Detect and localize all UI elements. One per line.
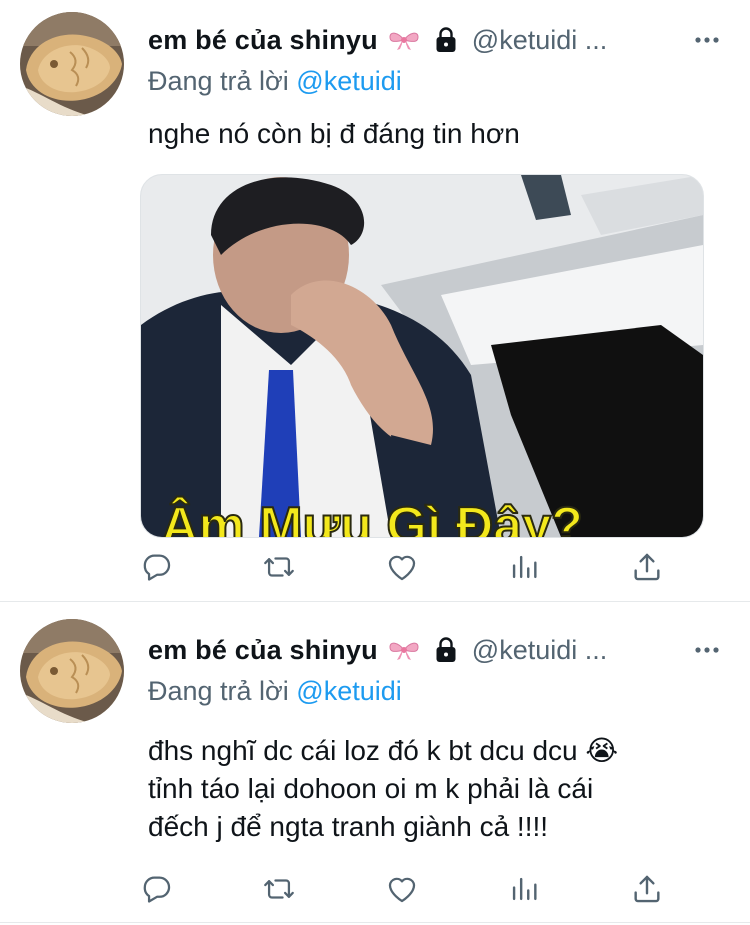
tweet-header: em bé của shinyu @ketuidi ... — [148, 632, 734, 668]
replying-to: Đang trả lời @ketuidi — [148, 66, 402, 97]
media-caption: Âm Mưu Gì Đây? — [161, 496, 583, 537]
user-handle[interactable]: @ketuidi ... — [472, 635, 607, 666]
retweet-button[interactable] — [262, 550, 296, 584]
reply-button[interactable] — [140, 550, 174, 584]
avatar[interactable] — [20, 619, 124, 723]
tweet-image[interactable]: Âm Mưu Gì Đây? — [140, 174, 704, 538]
analytics-icon — [507, 550, 541, 584]
retweet-button[interactable] — [262, 872, 296, 906]
tweet-text: nghe nó còn bị đ đáng tin hơn — [148, 118, 520, 149]
reply-prefix: Đang trả lời — [148, 676, 289, 706]
ribbon-bow-emoji — [388, 29, 420, 51]
reply-mention-link[interactable]: @ketuidi — [296, 66, 401, 96]
reply-icon — [140, 872, 174, 906]
user-handle[interactable]: @ketuidi ... — [472, 25, 607, 56]
tweet-text-line: đhs nghĩ dc cái loz đó k bt dcu dcu 😭 — [148, 735, 619, 766]
display-name[interactable]: em bé của shinyu — [148, 635, 378, 666]
tweet-text: đhs nghĩ dc cái loz đó k bt dcu dcu 😭 tỉ… — [148, 732, 710, 846]
like-button[interactable] — [385, 872, 419, 906]
tweet-divider — [0, 922, 750, 923]
tweet-text-line: đếch j để ngta tranh giành cả !!!! — [148, 811, 549, 842]
tweet-header: em bé của shinyu @ketuidi ... — [148, 22, 734, 58]
tweet-1[interactable]: em bé của shinyu @ketuidi ... Đang trả l… — [0, 0, 750, 600]
ribbon-bow-emoji — [388, 639, 420, 661]
like-button[interactable] — [385, 550, 419, 584]
share-icon — [630, 872, 664, 906]
more-icon[interactable] — [694, 646, 720, 654]
share-button[interactable] — [630, 872, 664, 906]
tweet-2[interactable]: em bé của shinyu @ketuidi ... Đang trả l… — [0, 602, 750, 925]
heart-icon — [385, 550, 419, 584]
reply-button[interactable] — [140, 872, 174, 906]
tweet-actions — [140, 550, 680, 586]
lock-icon — [434, 26, 458, 54]
display-name[interactable]: em bé của shinyu — [148, 25, 378, 56]
share-button[interactable] — [630, 550, 664, 584]
heart-icon — [385, 872, 419, 906]
lock-icon — [434, 636, 458, 664]
reply-prefix: Đang trả lời — [148, 66, 289, 96]
share-icon — [630, 550, 664, 584]
reply-mention-link[interactable]: @ketuidi — [296, 676, 401, 706]
retweet-icon — [262, 550, 296, 584]
avatar[interactable] — [20, 12, 124, 116]
replying-to: Đang trả lời @ketuidi — [148, 676, 402, 707]
tweet-text-line: tỉnh táo lại dohoon oi m k phải là cái — [148, 773, 594, 804]
analytics-button[interactable] — [507, 872, 541, 906]
analytics-button[interactable] — [507, 550, 541, 584]
tweet-actions — [140, 872, 680, 908]
more-icon[interactable] — [694, 36, 720, 44]
reply-icon — [140, 550, 174, 584]
retweet-icon — [262, 872, 296, 906]
analytics-icon — [507, 872, 541, 906]
